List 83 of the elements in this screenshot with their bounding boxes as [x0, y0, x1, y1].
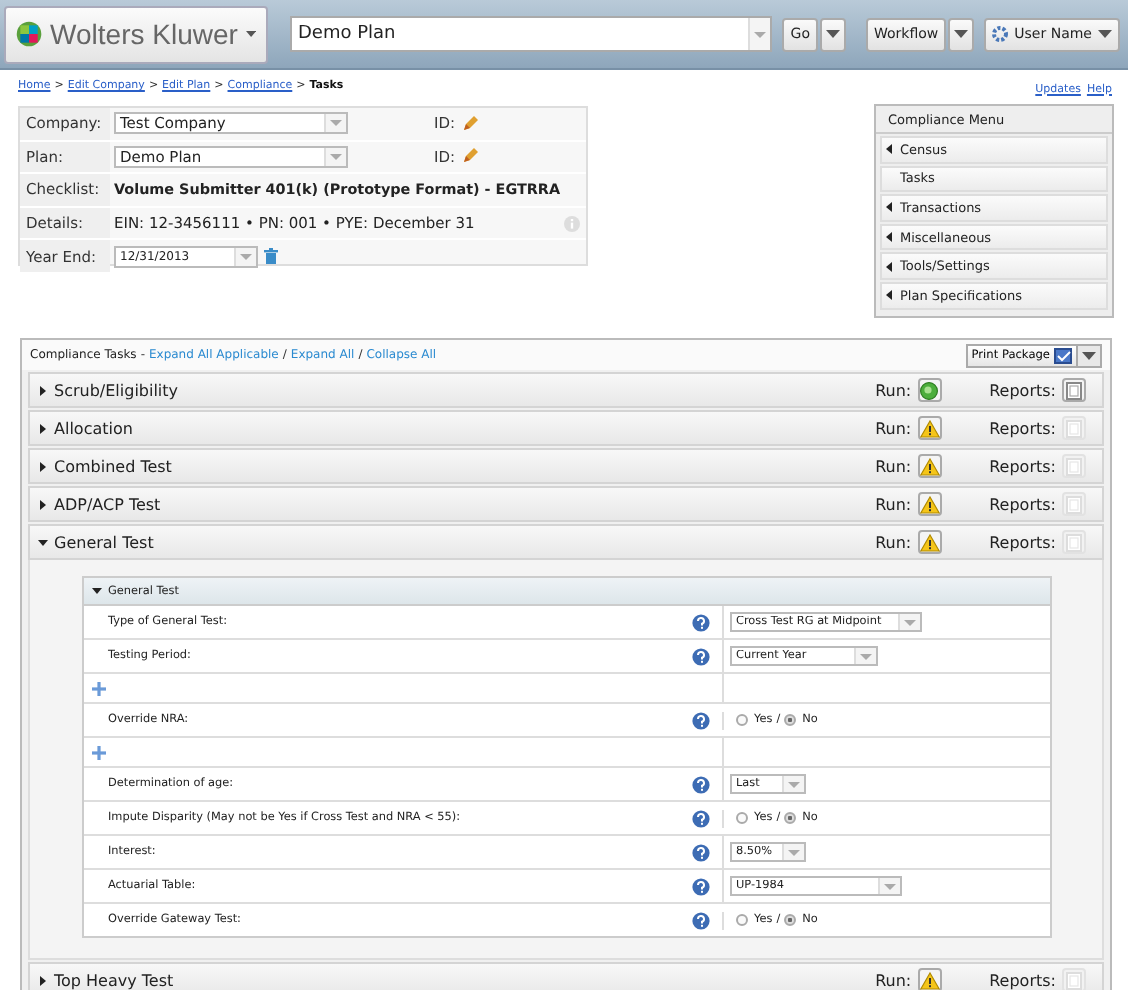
arrow-icon — [886, 232, 892, 243]
caret-icon — [330, 120, 342, 127]
task-section-row[interactable]: General Test Run: Reports: — [28, 524, 1104, 560]
caret-icon — [860, 653, 872, 659]
help-icon[interactable] — [692, 613, 710, 631]
caret-icon — [884, 883, 896, 889]
caret-icon — [904, 619, 916, 625]
document-icon — [1066, 533, 1082, 551]
caret-button[interactable] — [1078, 343, 1102, 367]
expand-icon[interactable] — [38, 423, 48, 433]
run-label: Run: — [875, 457, 912, 475]
warning-icon — [919, 495, 940, 513]
caret-icon — [330, 153, 342, 160]
caret-icon — [826, 30, 840, 38]
reports-label: Reports: — [989, 495, 1056, 513]
caret-icon — [788, 849, 800, 855]
task-section-row[interactable]: Combined Test Run: Reports: — [28, 448, 1104, 484]
reports-label: Reports: — [989, 533, 1056, 551]
checkbox-icon — [1054, 347, 1072, 363]
caret-button[interactable] — [820, 17, 846, 51]
run-label: Run: — [875, 971, 912, 989]
logo-icon — [16, 16, 43, 52]
warning-icon — [919, 971, 940, 989]
reports-label: Reports: — [989, 419, 1056, 437]
run-button[interactable] — [917, 968, 942, 990]
help-icon[interactable] — [692, 911, 710, 929]
caret-icon — [788, 781, 800, 787]
arrow-icon — [886, 290, 892, 301]
check-status-icon — [920, 381, 939, 399]
expand-icon[interactable] — [38, 975, 48, 985]
document-icon — [1066, 381, 1082, 399]
arrow-icon — [886, 202, 892, 213]
warning-icon — [919, 419, 940, 437]
pencil-icon[interactable] — [461, 115, 478, 132]
help-icon[interactable] — [692, 711, 710, 729]
run-label: Run: — [875, 495, 912, 513]
expand-icon[interactable] — [38, 499, 48, 509]
reports-label: Reports: — [989, 381, 1056, 399]
run-label: Run: — [875, 381, 912, 399]
expand-icon[interactable] — [38, 385, 48, 395]
caret-icon — [754, 31, 767, 37]
document-icon — [1066, 457, 1082, 475]
caret-icon — [245, 30, 256, 38]
logo-button[interactable]: Wolters Kluwer — [4, 5, 268, 63]
warning-icon — [919, 457, 940, 475]
plus-icon[interactable] — [92, 681, 106, 695]
reports-label: Reports: — [989, 457, 1056, 475]
run-button[interactable] — [917, 530, 942, 554]
document-icon — [1066, 495, 1082, 513]
task-section-row[interactable]: Allocation Run: Reports: — [28, 410, 1104, 446]
document-icon — [1066, 971, 1082, 989]
help-icon[interactable] — [692, 877, 710, 895]
run-button[interactable] — [917, 416, 942, 440]
caret-button[interactable] — [948, 17, 975, 51]
arrow-icon — [886, 144, 892, 155]
caret-icon — [240, 253, 252, 260]
task-section-row[interactable]: Scrub/Eligibility Run: Reports: — [28, 372, 1104, 408]
caret-icon — [954, 30, 969, 38]
caret-icon — [1082, 351, 1096, 359]
task-section-row[interactable]: Top Heavy Test Run: Reports: — [28, 962, 1104, 990]
gear-icon — [992, 26, 1009, 42]
run-button[interactable] — [917, 492, 942, 516]
help-icon[interactable] — [692, 843, 710, 861]
run-button[interactable] — [917, 454, 942, 478]
reports-label: Reports: — [989, 971, 1056, 989]
run-label: Run: — [875, 419, 912, 437]
trash-icon[interactable] — [264, 248, 278, 265]
warning-icon — [919, 533, 940, 551]
plus-icon[interactable] — [92, 745, 106, 759]
run-label: Run: — [875, 533, 912, 551]
task-section-row[interactable]: ADP/ACP Test Run: Reports: — [28, 486, 1104, 522]
pencil-icon[interactable] — [461, 148, 478, 165]
arrow-icon — [886, 261, 892, 272]
caret-icon — [1098, 30, 1112, 38]
document-icon — [1066, 419, 1082, 437]
expand-icon[interactable] — [38, 537, 48, 547]
help-icon[interactable] — [692, 809, 710, 827]
help-icon[interactable] — [692, 775, 710, 793]
reports-button[interactable] — [1062, 378, 1086, 402]
plan-search-field[interactable]: Demo Plan — [290, 16, 773, 52]
expand-icon[interactable] — [38, 461, 48, 471]
help-icon[interactable] — [692, 647, 710, 665]
caret-icon — [92, 587, 102, 595]
